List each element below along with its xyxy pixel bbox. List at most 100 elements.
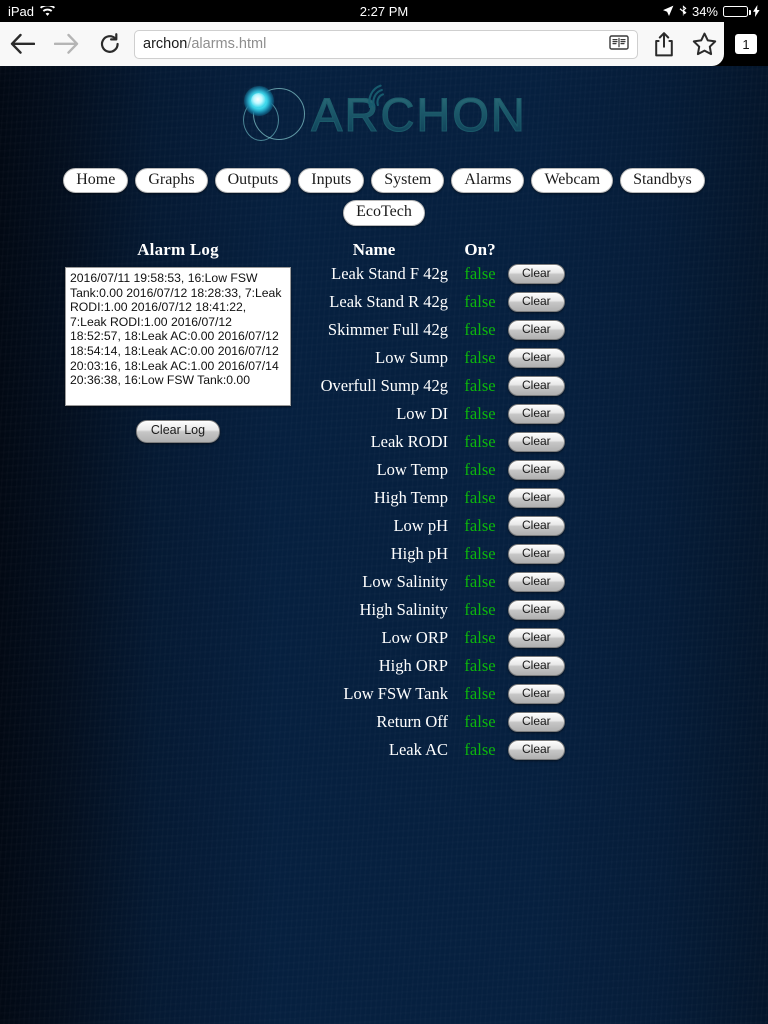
alarm-clear-cell: Clear [508, 544, 565, 564]
alarm-clear-cell: Clear [508, 264, 565, 284]
clear-alarm-button[interactable]: Clear [508, 264, 565, 284]
nav-link-system[interactable]: System [371, 168, 444, 193]
alarm-row: Low FSW Tank falseClear [300, 680, 600, 708]
clear-alarm-button[interactable]: Clear [508, 432, 565, 452]
alarm-state: false [454, 516, 506, 536]
web-page-body: ARCHON Home Graphs OutputsInputs System Alar… [0, 66, 768, 1024]
clear-alarm-button[interactable]: Clear [508, 628, 565, 648]
alarm-clear-cell: Clear [508, 572, 565, 592]
clear-alarm-button[interactable]: Clear [508, 684, 565, 704]
alarm-clear-cell: Clear [508, 684, 565, 704]
alarm-state: false [454, 544, 506, 564]
nav-link-graphs[interactable]: Graphs [135, 168, 207, 193]
alarm-clear-cell: Clear [508, 460, 565, 480]
clear-alarm-button[interactable]: Clear [508, 712, 565, 732]
clear-alarm-button[interactable]: Clear [508, 544, 565, 564]
alarm-state: false [454, 320, 506, 340]
alarm-name: Leak AC [300, 740, 448, 760]
alarm-row: High ORPfalseClear [300, 652, 600, 680]
alarm-row: Return OfffalseClear [300, 708, 600, 736]
alarm-row: High TempfalseClear [300, 484, 600, 512]
alarm-row: Overfull Sump 42gfalseClear [300, 372, 600, 400]
column-header-name: Name [300, 240, 448, 260]
nav-row-2: EcoTech [0, 200, 768, 225]
site-header: ARCHON [0, 78, 768, 150]
nav-link-inputs[interactable]: Inputs [298, 168, 364, 193]
alarm-state: false [454, 628, 506, 648]
back-button[interactable] [0, 22, 44, 66]
clear-alarm-button[interactable]: Clear [508, 516, 565, 536]
alarm-log-textarea[interactable]: 2016/07/11 19:58:53, 16:Low FSW Tank:0.0… [65, 267, 291, 406]
safari-toolbar: archon /alarms.html 1 [0, 22, 768, 66]
alarm-name: Leak Stand R 42g [300, 292, 448, 312]
alarm-row: Leak ACfalseClear [300, 736, 600, 764]
alarm-name: High Temp [300, 488, 448, 508]
alarm-state: false [454, 684, 506, 704]
alarm-clear-cell: Clear [508, 740, 565, 760]
alarm-name: High ORP [300, 656, 448, 676]
alarm-name: High Salinity [300, 600, 448, 620]
alarm-name: Overfull Sump 42g [300, 376, 448, 396]
alarm-state: false [454, 460, 506, 480]
alarm-name: Leak RODI [300, 432, 448, 452]
alarm-row: Leak RODI falseClear [300, 428, 600, 456]
alarm-clear-cell: Clear [508, 712, 565, 732]
bookmark-star-button[interactable] [684, 22, 724, 66]
alarm-clear-cell: Clear [508, 404, 565, 424]
alarm-clear-cell: Clear [508, 348, 565, 368]
alarm-clear-cell: Clear [508, 628, 565, 648]
share-button[interactable] [644, 22, 684, 66]
alarm-row: High Salinity falseClear [300, 596, 600, 624]
alarm-row: Leak Stand F 42gfalseClear [300, 260, 600, 288]
clear-alarm-button[interactable]: Clear [508, 376, 565, 396]
clear-alarm-button[interactable]: Clear [508, 320, 565, 340]
alarm-clear-cell: Clear [508, 320, 565, 340]
tab-count-label: 1 [735, 34, 757, 54]
alarm-clear-cell: Clear [508, 292, 565, 312]
forward-button[interactable] [44, 22, 88, 66]
alarm-name: Low pH [300, 516, 448, 536]
clear-alarm-button[interactable]: Clear [508, 404, 565, 424]
alarm-name: Low Sump [300, 348, 448, 368]
alarm-row: Low SalinityfalseClear [300, 568, 600, 596]
clear-alarm-button[interactable]: Clear [508, 600, 565, 620]
clear-alarm-button[interactable]: Clear [508, 488, 565, 508]
signal-waves-icon [364, 82, 390, 113]
alarm-state: false [454, 264, 506, 284]
nav-link-outputs[interactable]: Outputs [215, 168, 292, 193]
nav-link-alarms[interactable]: Alarms [451, 168, 524, 193]
alarm-name: Skimmer Full 42g [300, 320, 448, 340]
address-bar[interactable]: archon /alarms.html [134, 30, 638, 59]
alarm-state: false [454, 432, 506, 452]
alarm-clear-cell: Clear [508, 516, 565, 536]
alarm-clear-cell: Clear [508, 432, 565, 452]
alarm-clear-cell: Clear [508, 656, 565, 676]
bluetooth-icon [679, 5, 687, 18]
clear-alarm-button[interactable]: Clear [508, 460, 565, 480]
clear-alarm-button[interactable]: Clear [508, 740, 565, 760]
alarm-name: Low Salinity [300, 572, 448, 592]
column-header-on: On? [454, 240, 506, 260]
nav-link-home[interactable]: Home [63, 168, 128, 193]
nav-link-webcam[interactable]: Webcam [531, 168, 613, 193]
clear-log-button[interactable]: Clear Log [136, 420, 220, 443]
url-path: /alarms.html [187, 36, 266, 52]
nav-link-standbys[interactable]: Standbys [620, 168, 705, 193]
clear-alarm-button[interactable]: Clear [508, 348, 565, 368]
alarm-name: Low FSW Tank [300, 684, 448, 704]
clear-alarm-button[interactable]: Clear [508, 656, 565, 676]
alarm-name: High pH [300, 544, 448, 564]
clear-alarm-button[interactable]: Clear [508, 572, 565, 592]
alarm-name: Low Temp [300, 460, 448, 480]
reload-button[interactable] [88, 22, 132, 66]
clear-alarm-button[interactable]: Clear [508, 292, 565, 312]
alarm-state: false [454, 600, 506, 620]
alarm-row: Leak Stand R 42gfalseClear [300, 288, 600, 316]
reader-view-icon[interactable] [609, 35, 629, 54]
alarm-clear-cell: Clear [508, 488, 565, 508]
alarm-row: Low DIfalseClear [300, 400, 600, 428]
battery-icon [723, 6, 748, 17]
location-arrow-icon [662, 5, 674, 17]
tab-count-button[interactable]: 1 [724, 22, 768, 66]
nav-link-ecotech[interactable]: EcoTech [343, 200, 425, 225]
